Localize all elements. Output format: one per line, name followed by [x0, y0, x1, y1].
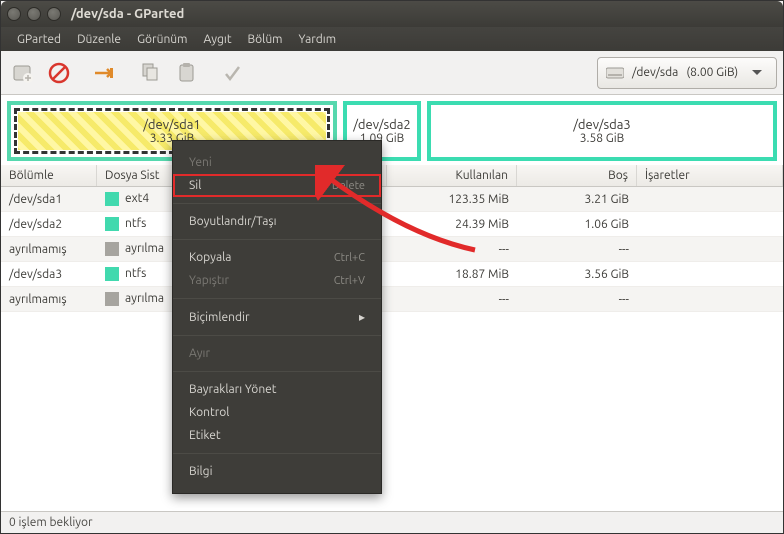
chevron-down-icon: [752, 70, 762, 76]
fs-color-swatch: [105, 192, 119, 206]
partition-map: /dev/sda1 3.33 GiB /dev/sda2 1.09 GiB /d…: [1, 95, 783, 165]
maximize-icon[interactable]: [47, 7, 61, 21]
table-row[interactable]: ayrılmamışayrılma------: [1, 237, 783, 262]
menu-view[interactable]: Görünüm: [129, 30, 195, 49]
menu-partition[interactable]: Bölüm: [240, 30, 291, 49]
ctx-new: Yeni: [173, 151, 381, 174]
partition-table: Bölümle Dosya Sist Kullanılan Boş İşaret…: [1, 165, 783, 511]
close-icon[interactable]: [7, 7, 21, 21]
context-menu: Yeni SilDelete Boyutlandır/Taşı KopyalaC…: [172, 140, 382, 494]
ctx-info[interactable]: Bilgi: [173, 460, 381, 483]
cell-partition: /dev/sda1: [1, 188, 97, 211]
cell-free: 1.06 GiB: [517, 213, 637, 236]
statusbar: 0 işlem bekliyor: [1, 511, 783, 533]
col-free[interactable]: Boş: [517, 165, 637, 186]
resize-move-button[interactable]: [89, 57, 121, 89]
apply-button[interactable]: [217, 57, 249, 89]
ctx-label[interactable]: Etiket: [173, 424, 381, 447]
device-size: (8.00 GiB): [686, 66, 738, 79]
menu-device[interactable]: Aygıt: [196, 30, 240, 49]
new-partition-button[interactable]: [7, 57, 39, 89]
menu-help[interactable]: Yardım: [291, 30, 345, 49]
col-used[interactable]: Kullanılan: [387, 165, 517, 186]
cell-used: 24.39 MiB: [387, 213, 517, 236]
partition-box-sda3[interactable]: /dev/sda3 3.58 GiB: [427, 101, 777, 161]
cell-used: 18.87 MiB: [387, 263, 517, 286]
ctx-delete[interactable]: SilDelete: [173, 174, 381, 197]
cell-flags: [637, 244, 783, 254]
partition-name: /dev/sda1: [143, 118, 201, 132]
menu-gparted[interactable]: GParted: [9, 30, 69, 49]
paste-button[interactable]: [171, 57, 203, 89]
menu-edit[interactable]: Düzenle: [69, 30, 129, 49]
cell-used: 123.35 MiB: [387, 188, 517, 211]
minimize-icon[interactable]: [27, 7, 41, 21]
ctx-check[interactable]: Kontrol: [173, 401, 381, 424]
copy-button[interactable]: [135, 57, 167, 89]
col-partition[interactable]: Bölümle: [1, 165, 97, 186]
ctx-copy[interactable]: KopyalaCtrl+C: [173, 246, 381, 269]
device-selector[interactable]: /dev/sda (8.00 GiB): [597, 57, 777, 89]
partition-size: 3.58 GiB: [580, 132, 625, 145]
cell-used: ---: [387, 288, 517, 311]
table-row[interactable]: /dev/sda1ext4123.35 MiB3.21 GiB: [1, 187, 783, 212]
ctx-format[interactable]: Biçimlendir▸: [173, 305, 381, 329]
cell-used: ---: [387, 238, 517, 261]
cell-flags: [637, 219, 783, 229]
partition-name: /dev/sda2: [353, 118, 411, 132]
delete-partition-button[interactable]: [43, 57, 75, 89]
ctx-unmount: Ayır: [173, 342, 381, 365]
fs-color-swatch: [105, 242, 119, 256]
table-row[interactable]: /dev/sda2ntfs24.39 MiB1.06 GiB: [1, 212, 783, 237]
cell-free: ---: [517, 238, 637, 261]
menubar: GParted Düzenle Görünüm Aygıt Bölüm Yard…: [1, 27, 783, 51]
fs-color-swatch: [105, 217, 119, 231]
cell-partition: /dev/sda3: [1, 263, 97, 286]
window-title: /dev/sda - GParted: [71, 7, 184, 21]
submenu-arrow-icon: ▸: [359, 310, 365, 324]
ctx-resize-move[interactable]: Boyutlandır/Taşı: [173, 210, 381, 233]
cell-partition: ayrılmamış: [1, 238, 97, 261]
ctx-manage-flags[interactable]: Bayrakları Yönet: [173, 378, 381, 401]
cell-partition: ayrılmamış: [1, 288, 97, 311]
harddisk-icon: [606, 66, 624, 80]
cell-flags: [637, 294, 783, 304]
status-text: 0 işlem bekliyor: [9, 516, 93, 529]
table-header: Bölümle Dosya Sist Kullanılan Boş İşaret…: [1, 165, 783, 187]
partition-name: /dev/sda3: [573, 118, 631, 132]
table-row[interactable]: /dev/sda3ntfs18.87 MiB3.56 GiB: [1, 262, 783, 287]
toolbar: /dev/sda (8.00 GiB): [1, 51, 783, 95]
table-row[interactable]: ayrılmamışayrılma------: [1, 287, 783, 312]
cell-free: 3.56 GiB: [517, 263, 637, 286]
ctx-paste: YapıştırCtrl+V: [173, 269, 381, 292]
titlebar: /dev/sda - GParted: [1, 1, 783, 27]
cell-free: ---: [517, 288, 637, 311]
cell-free: 3.21 GiB: [517, 188, 637, 211]
cell-flags: [637, 269, 783, 279]
cell-partition: /dev/sda2: [1, 213, 97, 236]
device-name: /dev/sda: [632, 66, 678, 79]
col-flags[interactable]: İşaretler: [637, 165, 783, 186]
fs-color-swatch: [105, 267, 119, 281]
fs-color-swatch: [105, 292, 119, 306]
cell-flags: [637, 194, 783, 204]
